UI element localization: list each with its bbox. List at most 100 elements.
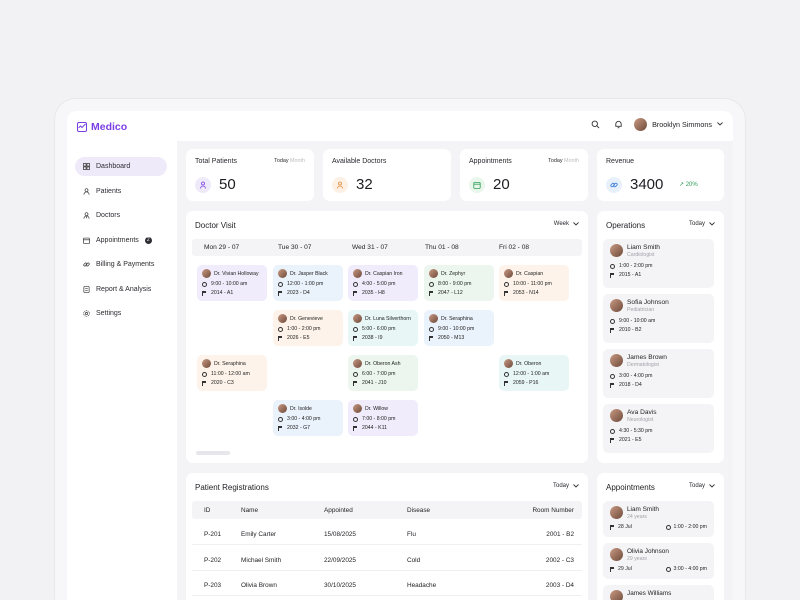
period-month[interactable]: Month — [564, 158, 579, 164]
operation-room: 2018 - D4 — [619, 382, 642, 388]
operation-item[interactable]: James Brown Dermatologist 3:00 - 4:00 pm … — [603, 349, 714, 398]
visit-time: 7:00 - 8:00 pm — [362, 416, 396, 422]
calendar-icon — [469, 177, 485, 193]
appointment-name: Liam Smith — [627, 506, 659, 513]
appointment-item[interactable]: James Williams — [603, 585, 714, 600]
period-toggle[interactable]: Today Month — [548, 158, 579, 164]
day-label: Wed 31 - 07 — [352, 244, 388, 251]
operation-item[interactable]: Ava Davis Neurologist 4:30 - 5:30 pm 2021… — [603, 404, 714, 453]
clock-icon — [353, 416, 358, 422]
visit-card[interactable]: Dr. Jasper Black 12:00 - 1:00 pm 2023 - … — [273, 265, 343, 301]
visit-room: 2050 - M13 — [438, 335, 465, 341]
sidebar-item-doctors[interactable]: Doctors — [75, 206, 167, 225]
operation-time: 4:30 - 5:30 pm — [619, 428, 653, 434]
chevron-down-icon — [573, 222, 579, 226]
cell-disease: Cold — [407, 557, 421, 564]
visit-doctor: Dr. Vivian Holloway — [214, 270, 259, 277]
week-filter-dropdown[interactable]: Week — [554, 221, 579, 227]
stat-card-appointments: Appointments Today Month 20 — [460, 149, 588, 201]
appointment-time: 3:00 - 4:00 pm — [673, 566, 707, 572]
visit-time: 8:00 - 9:00 pm — [438, 281, 472, 287]
today-filter-dropdown[interactable]: Today — [689, 221, 715, 227]
today-filter-dropdown[interactable]: Today — [689, 483, 715, 489]
card-title: Patient Registrations — [195, 483, 269, 492]
horizontal-scrollbar[interactable] — [196, 451, 230, 455]
avatar — [634, 117, 648, 131]
operation-time: 9:00 - 10:00 am — [619, 318, 656, 324]
avatar — [278, 314, 287, 323]
sidebar-item-label: Doctors — [96, 212, 121, 219]
sidebar-item-appointments[interactable]: Appointments 2 — [75, 231, 167, 250]
sidebar-item-label: Report & Analysis — [96, 285, 152, 293]
avatar — [610, 548, 623, 561]
period-today[interactable]: Today — [274, 158, 288, 164]
operation-role: Dermatologist — [627, 362, 660, 368]
app-logo[interactable]: Medico — [77, 121, 127, 133]
clock-icon — [610, 373, 615, 379]
visit-card[interactable]: Dr. Luna Silverthorn 5:00 - 6:00 pm 2038… — [348, 310, 418, 346]
user-menu[interactable]: Brooklyn Simmons — [634, 117, 723, 131]
operation-name: Ava Davis — [627, 409, 657, 416]
cell-name: Michael Smith — [241, 557, 282, 564]
visit-card[interactable]: Dr. Seraphina 11:00 - 12:00 am 2020 - C3 — [197, 355, 267, 391]
table-row[interactable]: P-201 Emily Carter 15/08/2025 Flu 2001 -… — [192, 523, 582, 545]
visit-card[interactable]: Dr. Genevieve 1:00 - 2:00 pm 2026 - E5 — [273, 310, 343, 346]
visit-card[interactable]: Dr. Zephyr 8:00 - 9:00 pm 2047 - L12 — [424, 265, 494, 301]
search-icon[interactable] — [588, 117, 602, 131]
visit-doctor: Dr. Seraphina — [441, 315, 473, 322]
visit-card[interactable]: Dr. Vivian Holloway 9:00 - 10:00 am 2014… — [197, 265, 267, 301]
clock-icon — [202, 371, 207, 377]
flag-icon — [353, 335, 358, 341]
period-today[interactable]: Today — [548, 158, 562, 164]
stat-title: Revenue — [606, 158, 635, 165]
avatar — [353, 404, 362, 413]
doctor-icon — [332, 177, 348, 193]
day-label: Thu 01 - 08 — [425, 244, 459, 251]
sidebar-item-dashboard[interactable]: Dashboard — [75, 157, 167, 176]
visit-time: 3:00 - 4:00 pm — [287, 416, 321, 422]
chevron-down-icon — [717, 122, 723, 126]
visit-card[interactable]: Dr. Oberon 12:00 - 1:00 am 2059 - P16 — [499, 355, 569, 391]
clock-icon — [429, 281, 434, 287]
clock-icon — [665, 524, 671, 530]
stat-card-revenue: Revenue 3400 ↗ 20% — [597, 149, 724, 201]
avatar — [278, 404, 287, 413]
column-header: Name — [241, 507, 259, 514]
sidebar-item-patients[interactable]: Patients — [75, 182, 167, 201]
sidebar-item-report[interactable]: Report & Analysis — [75, 280, 167, 299]
operation-role: Neurologist — [627, 417, 654, 423]
column-header: ID — [204, 507, 211, 514]
appointment-age: 24 years — [627, 514, 647, 520]
operation-name: Liam Smith — [627, 244, 660, 251]
operation-item[interactable]: Liam Smith Cardiologist 1:00 - 2:00 pm 20… — [603, 239, 714, 288]
revenue-change: ↗ 20% — [679, 182, 698, 188]
sidebar-item-settings[interactable]: Settings — [75, 304, 167, 323]
today-filter-dropdown[interactable]: Today — [553, 483, 579, 489]
visit-doctor: Dr. Zephyr — [441, 270, 466, 277]
appointment-item[interactable]: Liam Smith 24 years 28 Jul 1:00 - 2:00 pm — [603, 501, 714, 537]
visit-card[interactable]: Dr. Isolde 3:00 - 4:00 pm 2032 - G7 — [273, 400, 343, 436]
visit-card[interactable]: Dr. Caspian Iron 4:00 - 5:00 pm 2035 - H… — [348, 265, 418, 301]
bell-icon[interactable] — [611, 117, 625, 131]
period-month[interactable]: Month — [290, 158, 305, 164]
table-row[interactable]: P-203 Olivia Brown 30/10/2025 Headache 2… — [192, 574, 582, 596]
table-row[interactable]: P-202 Michael Smith 22/09/2025 Cold 2002… — [192, 549, 582, 571]
visit-room: 2020 - C3 — [211, 380, 234, 386]
appointment-item[interactable]: Olivia Johnson 29 years 29 Jul 3:00 - 4:00… — [603, 543, 714, 579]
visit-card[interactable]: Dr. Willow 7:00 - 8:00 pm 2044 - K11 — [348, 400, 418, 436]
visit-room: 2026 - E5 — [287, 335, 310, 341]
patients-icon — [195, 177, 211, 193]
avatar — [202, 359, 211, 368]
visit-card[interactable]: Dr. Seraphina 9:00 - 10:00 pm 2050 - M13 — [424, 310, 494, 346]
flag-icon — [353, 425, 358, 431]
visit-card[interactable]: Dr. Oberon Ash 6:00 - 7:00 pm 2041 - J10 — [348, 355, 418, 391]
sidebar-item-billing[interactable]: Billing & Payments — [75, 255, 167, 274]
period-toggle[interactable]: Today Month — [274, 158, 305, 164]
visit-card[interactable]: Dr. Caspian 10:00 - 11:00 pm 2053 - N14 — [499, 265, 569, 301]
visit-time: 11:00 - 12:00 am — [211, 371, 250, 377]
operation-item[interactable]: Sofia Johnson Pediatrician 9:00 - 10:00 a… — [603, 294, 714, 343]
avatar — [429, 269, 438, 278]
cell-room: 2001 - B2 — [546, 531, 574, 538]
column-header: Appointed — [324, 507, 353, 514]
clock-icon — [202, 281, 207, 287]
